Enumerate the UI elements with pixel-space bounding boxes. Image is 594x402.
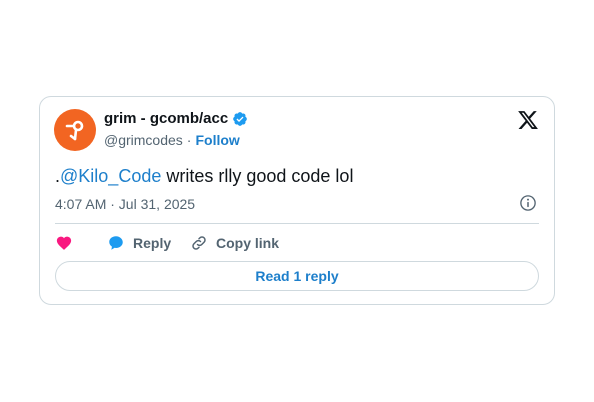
read-replies-button[interactable]: Read 1 reply xyxy=(55,261,539,291)
reply-label: Reply xyxy=(133,235,172,251)
speech-bubble-icon xyxy=(109,236,123,250)
like-button[interactable] xyxy=(55,234,107,252)
copy-link-button[interactable]: Copy link xyxy=(190,234,279,252)
post-text-body: writes rlly good code lol xyxy=(161,166,354,186)
embedded-post-card[interactable]: grim - gcomb/acc @grimcodes · Follow .@K… xyxy=(39,96,555,305)
author-avatar[interactable] xyxy=(54,109,96,151)
post-timestamp[interactable]: 4:07 AM · Jul 31, 2025 xyxy=(55,196,195,212)
author-display-name[interactable]: grim - gcomb/acc xyxy=(104,110,228,127)
reply-button[interactable]: Reply xyxy=(107,234,190,252)
author-handle-row: @grimcodes · Follow xyxy=(104,132,240,148)
avatar-logo-icon xyxy=(65,120,84,141)
author-handle[interactable]: @grimcodes xyxy=(104,132,183,148)
separator-dot: · xyxy=(186,132,192,148)
post-text: .@Kilo_Code writes rlly good code lol xyxy=(55,164,353,188)
x-logo-icon[interactable] xyxy=(517,109,539,131)
divider xyxy=(55,223,539,224)
info-icon[interactable] xyxy=(519,194,537,212)
verified-badge-icon xyxy=(233,111,248,126)
follow-button[interactable]: Follow xyxy=(195,132,239,148)
author-name-row[interactable]: grim - gcomb/acc xyxy=(104,110,248,127)
mention-link[interactable]: @Kilo_Code xyxy=(60,166,161,186)
heart-icon xyxy=(56,236,72,250)
action-bar: Reply Copy link xyxy=(55,231,279,255)
link-icon xyxy=(192,236,206,250)
copy-link-label: Copy link xyxy=(216,235,280,251)
